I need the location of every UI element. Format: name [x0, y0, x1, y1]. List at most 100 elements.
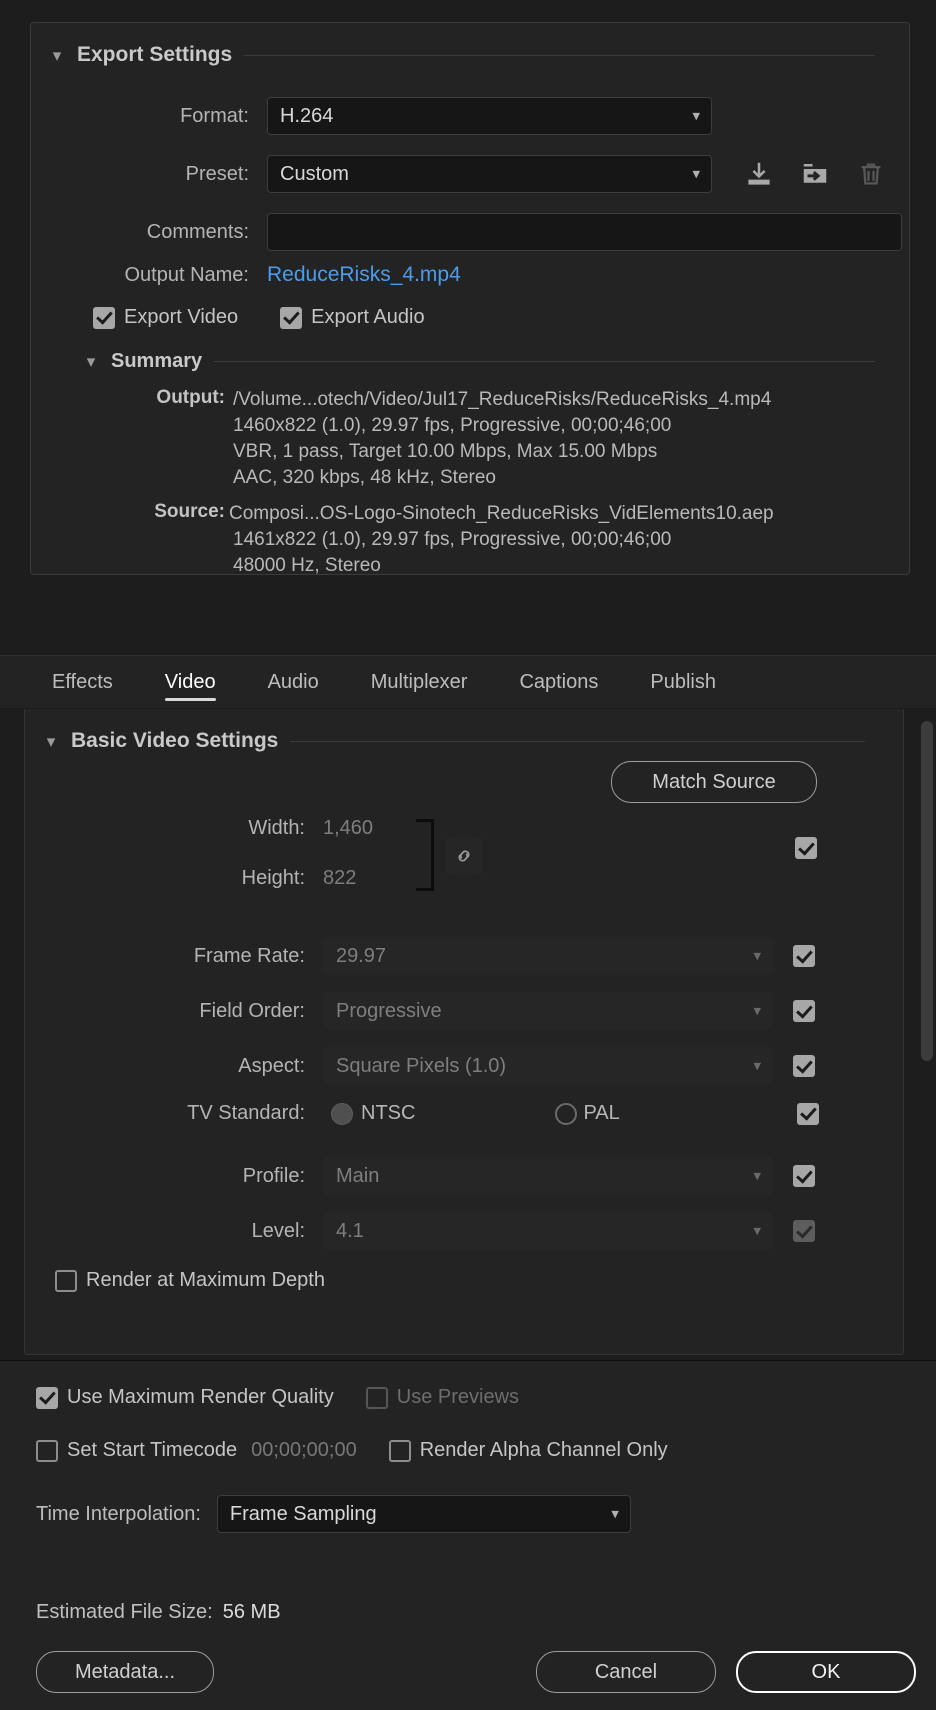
- set-start-timecode-checkbox[interactable]: Set Start Timecode: [36, 1439, 237, 1462]
- footer-row-2: Set Start Timecode 00;00;00;00 Render Al…: [36, 1439, 668, 1462]
- save-preset-icon[interactable]: [742, 157, 776, 191]
- aspect-value: Square Pixels (1.0): [336, 1054, 507, 1077]
- chevron-down-icon: ▾: [692, 165, 700, 183]
- frame-rate-value: 29.97: [336, 944, 387, 967]
- field-order-row: Field Order: Progressive ▾: [25, 992, 905, 1030]
- format-select[interactable]: H.264 ▾: [267, 97, 712, 135]
- match-source-label: Match Source: [652, 770, 776, 793]
- summary-source-label: Source:: [154, 501, 225, 522]
- aspect-link-bracket: [416, 819, 434, 891]
- preset-row: Preset: Custom ▾: [31, 155, 911, 193]
- start-timecode-value[interactable]: 00;00;00;00: [251, 1439, 357, 1462]
- tab-label: Captions: [519, 670, 599, 693]
- time-interpolation-select[interactable]: Frame Sampling ▾: [216, 1495, 631, 1533]
- preset-select[interactable]: Custom ▾: [267, 155, 712, 193]
- frame-rate-label: Frame Rate:: [193, 944, 305, 967]
- field-order-enable-checkbox[interactable]: [793, 1000, 815, 1022]
- render-alpha-channel-only-label: Render Alpha Channel Only: [419, 1439, 668, 1461]
- chevron-down-icon[interactable]: ▾: [49, 47, 65, 64]
- width-label: Width:: [248, 817, 305, 839]
- tab-captions[interactable]: Captions: [493, 655, 624, 709]
- tv-standard-enable-checkbox[interactable]: [797, 1102, 819, 1125]
- cancel-button[interactable]: Cancel: [536, 1651, 716, 1693]
- ok-button[interactable]: OK: [736, 1651, 916, 1693]
- level-value: 4.1: [336, 1219, 364, 1242]
- output-name-link[interactable]: ReduceRisks_4.mp4: [267, 263, 461, 287]
- tv-standard-pal-label: PAL: [583, 1102, 620, 1124]
- field-order-value: Progressive: [336, 999, 442, 1022]
- dialog-footer: Use Maximum Render Quality Use Previews …: [0, 1360, 936, 1710]
- footer-row-1: Use Maximum Render Quality Use Previews: [36, 1386, 519, 1409]
- use-maximum-render-quality-label: Use Maximum Render Quality: [67, 1386, 334, 1408]
- import-preset-icon[interactable]: [798, 157, 832, 191]
- width-value[interactable]: 1,460: [323, 817, 373, 840]
- comments-input[interactable]: [267, 213, 902, 251]
- chevron-down-icon[interactable]: ▾: [83, 353, 99, 370]
- render-at-maximum-depth-checkbox[interactable]: Render at Maximum Depth: [55, 1269, 325, 1292]
- chevron-down-icon: ▾: [753, 947, 761, 965]
- time-interpolation-label: Time Interpolation:: [36, 1502, 201, 1525]
- export-settings-header[interactable]: ▾ Export Settings: [49, 43, 893, 67]
- use-maximum-render-quality-checkbox[interactable]: Use Maximum Render Quality: [36, 1386, 334, 1409]
- export-video-label: Export Video: [124, 306, 239, 328]
- export-audio-checkbox[interactable]: Export Audio: [280, 306, 425, 329]
- checkbox-checked-icon: [280, 306, 303, 329]
- comments-row: Comments:: [31, 213, 911, 251]
- tab-audio[interactable]: Audio: [242, 655, 345, 709]
- level-label: Level:: [251, 1219, 305, 1242]
- frame-rate-select[interactable]: 29.97 ▾: [323, 937, 773, 975]
- scrollbar-thumb[interactable]: [921, 721, 933, 1061]
- width-height-enable-checkbox[interactable]: [795, 837, 817, 859]
- profile-row: Profile: Main ▾: [25, 1157, 905, 1195]
- tv-standard-pal-radio[interactable]: PAL: [555, 1102, 620, 1125]
- level-select[interactable]: 4.1 ▾: [323, 1212, 773, 1250]
- checkbox-checked-icon: [36, 1386, 58, 1409]
- tab-multiplexer[interactable]: Multiplexer: [345, 655, 494, 709]
- chevron-down-icon: ▾: [753, 1222, 761, 1240]
- render-at-maximum-depth-label: Render at Maximum Depth: [86, 1269, 325, 1291]
- delete-preset-icon[interactable]: [854, 157, 888, 191]
- chevron-down-icon: ▾: [692, 107, 700, 125]
- frame-rate-enable-checkbox[interactable]: [793, 945, 815, 967]
- aspect-select[interactable]: Square Pixels (1.0) ▾: [323, 1047, 773, 1085]
- profile-select[interactable]: Main ▾: [323, 1157, 773, 1195]
- match-source-button[interactable]: Match Source: [611, 761, 817, 803]
- preset-value: Custom: [280, 162, 349, 185]
- export-settings-dialog: ▾ Export Settings Format: H.264 ▾ Preset…: [0, 0, 936, 1710]
- tv-standard-ntsc-label: NTSC: [361, 1102, 416, 1124]
- tab-publish[interactable]: Publish: [624, 655, 742, 709]
- aspect-enable-checkbox[interactable]: [793, 1055, 815, 1077]
- tab-video[interactable]: Video: [139, 655, 242, 709]
- height-label: Height:: [241, 867, 305, 889]
- tv-standard-label: TV Standard:: [187, 1102, 305, 1124]
- summary-output-line: /Volume...otech/Video/Jul17_ReduceRisks/…: [233, 389, 772, 410]
- tab-label: Publish: [650, 670, 716, 693]
- tv-standard-ntsc-radio[interactable]: NTSC: [331, 1102, 415, 1125]
- link-chain-icon[interactable]: [445, 837, 483, 875]
- export-video-checkbox[interactable]: Export Video: [93, 306, 238, 329]
- checkbox-unchecked-icon: [55, 1269, 77, 1292]
- summary-source-line: 1461x822 (1.0), 29.97 fps, Progressive, …: [233, 529, 672, 550]
- summary-source-line: Composi...OS-Logo-Sinotech_ReduceRisks_V…: [229, 503, 774, 524]
- profile-enable-checkbox[interactable]: [793, 1165, 815, 1187]
- basic-video-settings-header[interactable]: ▾ Basic Video Settings: [43, 729, 883, 753]
- tv-standard-row: TV Standard: NTSC PAL: [25, 1102, 905, 1125]
- render-alpha-channel-only-checkbox[interactable]: Render Alpha Channel Only: [388, 1439, 668, 1462]
- field-order-select[interactable]: Progressive ▾: [323, 992, 773, 1030]
- summary-header[interactable]: ▾ Summary: [83, 350, 893, 373]
- comments-label: Comments:: [146, 220, 249, 243]
- summary-source-block: Source: Composi...OS-Logo-Sinotech_Reduc…: [93, 501, 893, 579]
- header-rule: [244, 54, 875, 56]
- summary-source-line: 48000 Hz, Stereo: [233, 555, 381, 576]
- video-panel-scrollbar[interactable]: [920, 721, 934, 1341]
- height-value[interactable]: 822: [323, 867, 356, 890]
- summary-output-line: VBR, 1 pass, Target 10.00 Mbps, Max 15.0…: [233, 441, 658, 462]
- format-label: Format:: [180, 104, 249, 127]
- checkbox-unchecked-icon: [388, 1439, 411, 1462]
- chevron-down-icon[interactable]: ▾: [43, 733, 59, 750]
- output-name-row: Output Name: ReduceRisks_4.mp4: [31, 263, 911, 287]
- radio-selected-icon: [331, 1102, 353, 1125]
- metadata-button[interactable]: Metadata...: [36, 1651, 214, 1693]
- tab-effects[interactable]: Effects: [26, 655, 139, 709]
- summary-output-block: Output: /Volume...otech/Video/Jul17_Redu…: [93, 387, 893, 491]
